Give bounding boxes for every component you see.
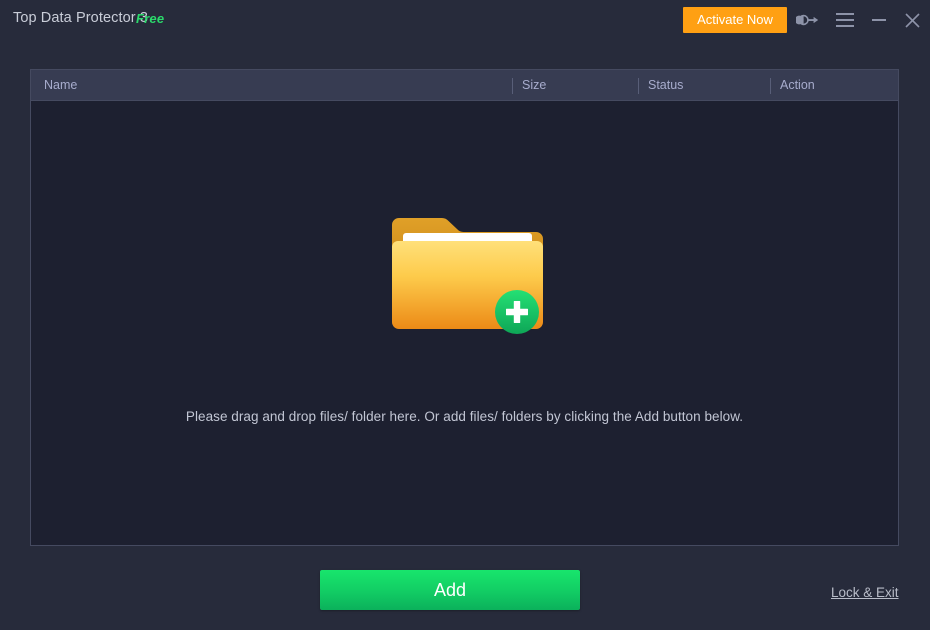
- column-divider: [512, 78, 513, 94]
- empty-state: Please drag and drop files/ folder here.…: [31, 101, 898, 545]
- app-title: Top Data Protector 3: [13, 10, 148, 26]
- app-window: Top Data Protector 3 Free Activate Now N…: [0, 0, 930, 630]
- activate-now-button[interactable]: Activate Now: [683, 7, 787, 33]
- menu-icon[interactable]: [832, 8, 858, 32]
- column-divider: [770, 78, 771, 94]
- column-header-action[interactable]: Action: [780, 70, 815, 101]
- add-button[interactable]: Add: [320, 570, 580, 610]
- folder-add-icon: [390, 211, 545, 336]
- minimize-glyph: [872, 19, 886, 21]
- file-list-panel: Name Size Status Action Please drag and …: [30, 69, 899, 546]
- minimize-icon[interactable]: [866, 8, 892, 32]
- key-icon[interactable]: [794, 8, 822, 32]
- empty-state-hint: Please drag and drop files/ folder here.…: [185, 409, 744, 424]
- title-bar: Top Data Protector 3 Free Activate Now: [0, 0, 930, 40]
- column-divider: [638, 78, 639, 94]
- column-header-size[interactable]: Size: [522, 70, 546, 101]
- column-header-status[interactable]: Status: [648, 70, 683, 101]
- hamburger-glyph: [836, 13, 854, 27]
- lock-and-exit-link[interactable]: Lock & Exit: [831, 585, 899, 600]
- column-header-name[interactable]: Name: [44, 70, 77, 101]
- close-icon[interactable]: [899, 8, 925, 32]
- file-list-body[interactable]: Please drag and drop files/ folder here.…: [31, 101, 898, 545]
- file-list-header: Name Size Status Action: [31, 70, 898, 101]
- edition-badge: Free: [136, 11, 165, 26]
